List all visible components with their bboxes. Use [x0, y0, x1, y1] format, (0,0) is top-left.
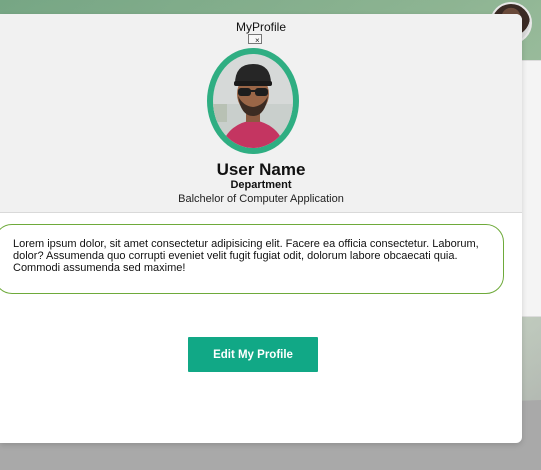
- bio-text: Lorem ipsum dolor, sit amet consectetur …: [0, 224, 504, 294]
- degree-label: Balchelor of Computer Application: [178, 193, 344, 205]
- profile-photo: [213, 54, 293, 148]
- close-icon[interactable]: ×: [248, 34, 262, 45]
- avatar: [207, 48, 299, 154]
- profile-modal: MyProfile × User Name Department Balchel…: [0, 14, 522, 443]
- edit-profile-button[interactable]: Edit My Profile: [188, 337, 318, 372]
- modal-header: MyProfile × User Name Department Balchel…: [0, 14, 522, 213]
- department-label: Department: [230, 179, 292, 191]
- user-name: User Name: [216, 160, 306, 179]
- modal-title: MyProfile: [235, 20, 286, 34]
